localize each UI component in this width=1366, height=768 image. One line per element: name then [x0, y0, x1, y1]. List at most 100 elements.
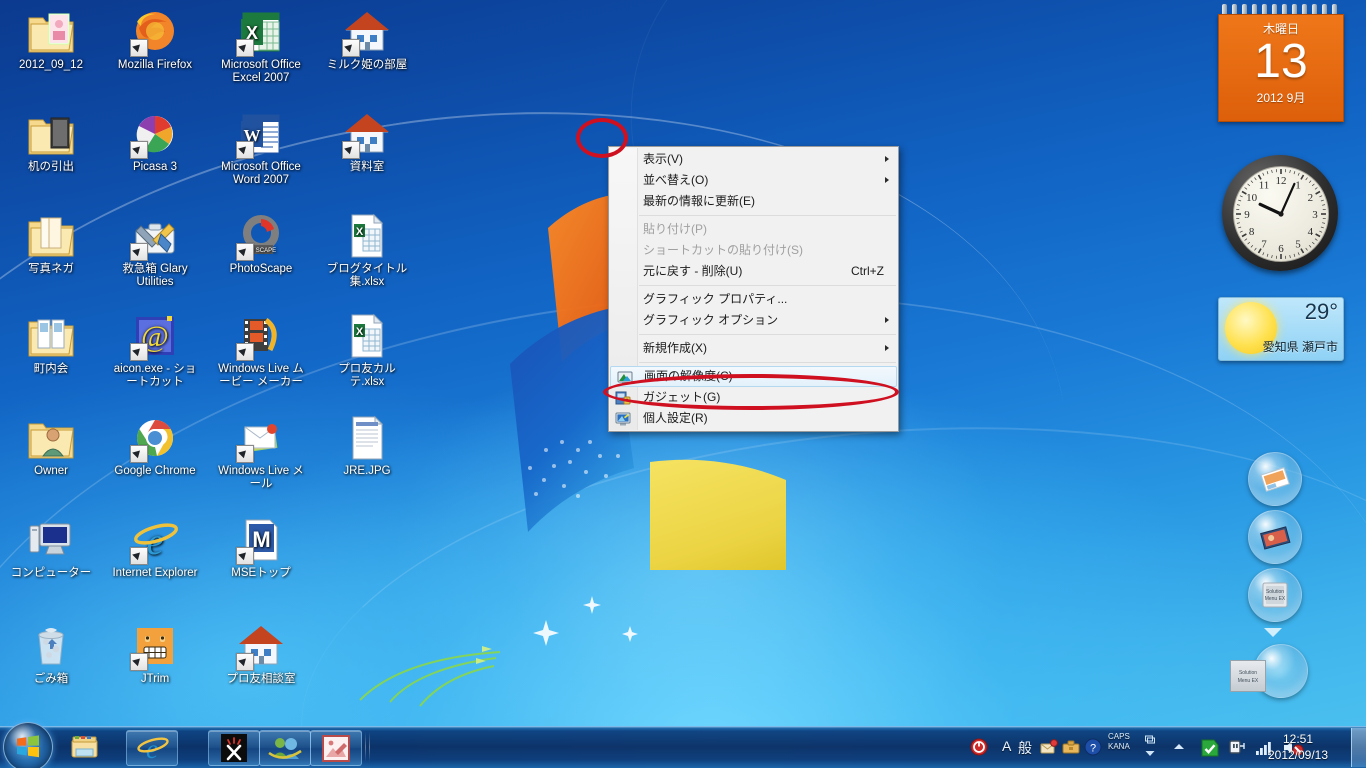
desktop-icon[interactable]: 写真ネガ — [6, 212, 96, 276]
shortcut-arrow-icon — [130, 39, 148, 57]
taskbar-windows-live-messenger[interactable] — [259, 730, 311, 766]
desktop-icon-label: ごみ箱 — [33, 673, 69, 685]
desktop-icon[interactable]: 机の引出 — [6, 110, 96, 174]
taskbar-windows-explorer[interactable] — [58, 730, 110, 766]
desktop-root[interactable]: 2012_09_12 Mozilla Firefox X Microsoft Of… — [0, 0, 1366, 768]
taskbar-image-editor[interactable] — [310, 730, 362, 766]
context-menu-item-label: 貼り付け(P) — [643, 222, 707, 236]
desktop-icon[interactable]: 救急箱 Glary Utilities — [110, 212, 200, 289]
ime-expand-icon[interactable] — [1144, 734, 1156, 758]
power-plug-icon[interactable] — [1228, 738, 1246, 756]
shortcut-arrow-icon — [342, 39, 360, 57]
desktop-icon[interactable]: Windows Live メール — [216, 414, 306, 491]
shortcut-arrow-icon — [130, 141, 148, 159]
desktop-icon-label: 写真ネガ — [28, 263, 74, 275]
ime-help-icon[interactable]: ? — [1084, 738, 1102, 756]
display-icon — [617, 370, 633, 386]
shortcut-arrow-icon — [236, 39, 254, 57]
computer-icon — [27, 516, 75, 564]
desktop-icon[interactable]: X ブログタイトル集.xlsx — [322, 212, 412, 289]
desktop-icon[interactable]: e Internet Explorer — [110, 516, 200, 580]
context-menu-item-label: 並べ替え(O) — [643, 173, 709, 187]
clock-gadget[interactable]: 12 1 2 3 4 5 6 7 8 9 10 11 — [1222, 155, 1338, 271]
context-menu-separator — [639, 215, 896, 216]
show-hidden-icons-icon[interactable] — [1170, 738, 1188, 756]
desktop-icon-label: Windows Live ムービー メーカー — [218, 363, 304, 388]
context-menu-separator — [639, 285, 896, 286]
taskbar-x-app[interactable] — [208, 730, 260, 766]
show-desktop-button[interactable] — [1351, 728, 1366, 767]
context-menu-item-list: 表示(V) 並べ替え(O) 最新の情報に更新(E) 貼り付け(P) ショートカットの貼り… — [609, 149, 898, 429]
desktop-icon[interactable]: Owner — [6, 414, 96, 478]
context-menu-separator — [639, 362, 896, 363]
mse-icon: M — [236, 516, 285, 565]
taskbar-divider — [369, 732, 370, 762]
folder-icon — [71, 736, 98, 758]
context-menu-item[interactable]: 最新の情報に更新(E) — [609, 191, 898, 212]
desktop-icon-label: PhotoScape — [229, 263, 293, 275]
desktop-icon[interactable]: ごみ箱 — [6, 622, 96, 686]
solution-menu-ex[interactable]: Solution Menu EX — [1248, 568, 1302, 622]
windows-logo-icon — [17, 735, 39, 758]
calendar-gadget[interactable]: 木曜日 13 2012 9月 — [1218, 4, 1344, 122]
desktop-icon[interactable]: Windows Live ムービー メーカー — [216, 312, 306, 389]
context-menu-item[interactable]: グラフィック プロパティ... — [609, 289, 898, 310]
svg-text:12: 12 — [1276, 175, 1287, 187]
context-menu-item[interactable]: 表示(V) — [609, 149, 898, 170]
desktop-icon[interactable]: コンピューター — [6, 516, 96, 580]
desktop-icon[interactable]: @ aicon.exe - ショートカット — [110, 312, 200, 389]
desktop-icon[interactable]: 町内会 — [6, 312, 96, 376]
desktop-icon[interactable]: X プロ友カルテ.xlsx — [322, 312, 412, 389]
desktop-icon[interactable]: 2012_09_12 — [6, 8, 96, 72]
shortcut-arrow-icon — [342, 141, 360, 159]
desktop-icon[interactable]: プロ友相談室 — [216, 622, 306, 686]
taskbar[interactable]: e A 般 ? CAPS KANA 12:51 2012/09/13 — [0, 722, 1366, 768]
taskbar-clock[interactable]: 12:51 2012/09/13 — [1252, 731, 1344, 763]
desktop-icon-label: プロ友カルテ.xlsx — [338, 363, 396, 388]
jpg-doc-icon — [343, 414, 391, 462]
desktop-icon[interactable]: ミルク姫の部屋 — [322, 8, 412, 72]
context-menu-item[interactable]: 新規作成(X) — [609, 338, 898, 359]
desktop-context-menu[interactable]: 表示(V) 並べ替え(O) 最新の情報に更新(E) 貼り付け(P) ショートカットの貼り… — [608, 146, 899, 432]
desktop-icon-label: MSEトップ — [231, 567, 291, 579]
folder-docs-icon — [27, 312, 75, 360]
context-menu-item[interactable]: 画面の解像度(C) — [610, 366, 897, 387]
desktop-icon[interactable]: JTrim — [110, 622, 200, 686]
ime-pad-icon[interactable] — [1040, 738, 1058, 756]
desktop-icon[interactable]: Picasa 3 — [110, 110, 200, 174]
desktop-icon[interactable]: Google Chrome — [110, 414, 200, 478]
ime-mode-label[interactable]: A — [1002, 738, 1011, 754]
context-menu-item[interactable]: 個人設定(R) — [609, 408, 898, 429]
svg-text:3: 3 — [1312, 209, 1318, 221]
context-menu-item[interactable]: グラフィック オプション — [609, 310, 898, 331]
start-button[interactable] — [3, 722, 53, 768]
desktop-icon[interactable]: W Microsoft Office Word 2007 — [216, 110, 306, 187]
ime-submode-label[interactable]: 般 — [1018, 738, 1032, 758]
desktop-icon[interactable]: 資料室 — [322, 110, 412, 174]
desktop-icon[interactable]: X Microsoft Office Excel 2007 — [216, 8, 306, 85]
context-menu-item[interactable]: ガジェット(G) — [609, 387, 898, 408]
desktop-icon-label: Mozilla Firefox — [117, 59, 193, 71]
ime-tools-icon[interactable] — [1062, 738, 1080, 756]
context-menu-item[interactable]: 元に戻す - 削除(U) Ctrl+Z — [609, 261, 898, 282]
solution-menu-photo-view[interactable] — [1248, 510, 1302, 564]
desktop-icon[interactable]: JRE.JPG — [322, 414, 412, 478]
svg-text:?: ? — [1090, 743, 1096, 755]
desktop-icon[interactable]: M MSEトップ — [216, 516, 306, 580]
desktop-icon-label: Internet Explorer — [112, 567, 198, 579]
context-menu-item[interactable]: 並べ替え(O) — [609, 170, 898, 191]
house-icon — [342, 110, 391, 159]
taskbar-internet-explorer[interactable]: e — [126, 730, 178, 766]
weather-gadget[interactable]: 29° 愛知県 瀬戸市 — [1218, 297, 1344, 361]
livemail-icon — [236, 414, 285, 463]
desktop-icon[interactable]: TO SCAPE PhotoScape — [216, 212, 306, 276]
context-menu-item-label: グラフィック プロパティ... — [643, 292, 788, 306]
power-shield-icon[interactable] — [970, 738, 988, 756]
desktop-icon[interactable]: Mozilla Firefox — [110, 8, 200, 72]
ime-caps-kana-indicator[interactable]: CAPS KANA — [1108, 732, 1130, 752]
solution-menu-ex-tile[interactable]: Solution Menu EX — [1230, 660, 1266, 692]
solution-menu-photo-print[interactable] — [1248, 452, 1302, 506]
action-center-icon[interactable] — [1200, 738, 1219, 757]
launcher-collapse-caret-icon[interactable] — [1264, 628, 1282, 637]
shortcut-arrow-icon — [130, 653, 148, 671]
